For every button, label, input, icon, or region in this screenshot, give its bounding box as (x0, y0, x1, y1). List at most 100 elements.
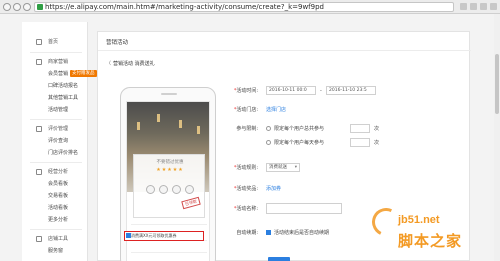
back-arrow-icon[interactable]: 〈 (106, 60, 111, 67)
menu-icon[interactable] (480, 3, 487, 10)
scrollbar[interactable] (494, 14, 500, 261)
sidebar-item-store-rank[interactable]: 门店评价排名 (48, 148, 78, 158)
sidebar-item-label: 会员营销 (48, 71, 69, 77)
sidebar-item-home[interactable]: 首页 (22, 36, 88, 48)
sidebar-group-review[interactable]: 评价管理 (22, 123, 88, 135)
back-icon[interactable] (3, 3, 11, 11)
shop-icon (36, 236, 42, 242)
scroll-thumb[interactable] (495, 54, 499, 114)
limit-daily-label: 限定每个用户每天参与 (274, 140, 325, 146)
bookmark-icon[interactable] (460, 3, 467, 10)
add-coupon-link[interactable]: 添加券 (266, 184, 281, 194)
submit-button[interactable] (268, 257, 290, 261)
sidebar-item-more-analysis[interactable]: 更多分析 (48, 215, 68, 225)
sidebar-group-label: 店铺工具 (48, 236, 69, 242)
address-bar[interactable]: https://e.alipay.com/main.htm#/marketing… (34, 2, 454, 12)
limit-daily-radio[interactable] (266, 140, 271, 145)
limit-total-radio[interactable] (266, 126, 271, 131)
form-row-limit-2: 限定每个用户每天参与 次 (222, 138, 462, 148)
browser-toolbar: https://e.alipay.com/main.htm#/marketing… (0, 0, 500, 14)
watermark-domain: jb51.net (398, 214, 440, 226)
highlight-text: 消费满XX元可领取优惠券 (131, 233, 177, 238)
auto-renew-checkbox[interactable] (266, 230, 271, 235)
coupon-title: 不要错过优惠 (156, 160, 184, 165)
city-light (137, 122, 140, 130)
home-icon (36, 39, 42, 45)
divider (98, 50, 471, 51)
sidebar-group-label: 经营分析 (48, 169, 69, 175)
sidebar-item-trade-board[interactable]: 交易看板 (48, 191, 68, 201)
unit-label: 次 (374, 140, 380, 146)
sidebar-item-koubei-signup[interactable]: 口碑活动报名 (48, 81, 78, 91)
phone-speaker (161, 93, 177, 95)
highlighted-preview-row: 消费满XX元可领取优惠券 (124, 231, 204, 241)
sidebar-group-analysis[interactable]: 经营分析 (22, 166, 88, 178)
form-row-limit-1: 参与限制: 限定每个用户总共参与 次 (222, 124, 462, 134)
review-icon (36, 126, 42, 132)
limit-total-label: 限定每个用户总共参与 (274, 126, 325, 132)
sidebar-item-member-marketing[interactable]: 会员营销 支付赠发品 (48, 69, 97, 79)
form-row-rule: *活动规则: 消费就送 ▾ (222, 163, 462, 173)
sidebar-item-activity-manage[interactable]: 活动管理 (48, 105, 68, 115)
user-icon[interactable] (490, 3, 497, 10)
sidebar-group-label: 评价管理 (48, 126, 69, 132)
forward-icon[interactable] (13, 3, 21, 11)
sidebar-item-review-query[interactable]: 评价查询 (48, 136, 68, 146)
field-label: 活动规则: (236, 165, 258, 171)
chevron-down-icon: ▾ (294, 165, 297, 170)
reload-icon[interactable] (23, 3, 31, 11)
sidebar-item-service-shop[interactable]: 服务窗 (48, 246, 63, 256)
form-row-store: *活动门店: 选择门店 (233, 105, 287, 115)
page-title: 营销活动 (106, 40, 129, 46)
coupon-icon (159, 185, 168, 194)
coupon-icons (146, 185, 196, 195)
extension-icon[interactable] (470, 3, 477, 10)
divider (30, 229, 82, 230)
sidebar-group-tools[interactable]: 店铺工具 (22, 233, 88, 245)
field-label: 参与限制: (236, 126, 258, 132)
sidebar-group-marketing[interactable]: 商家营销 (22, 56, 88, 68)
url-text: https://e.alipay.com/main.htm#/marketing… (45, 3, 324, 11)
select-store-link[interactable]: 选择门店 (266, 105, 286, 115)
unit-label: 次 (374, 126, 380, 132)
field-label: 活动奖品: (236, 186, 258, 192)
start-time-input[interactable]: 2016-10-11 00:0 (266, 86, 316, 95)
marketing-icon (36, 59, 42, 65)
checkbox-icon (126, 233, 131, 238)
divider (131, 224, 207, 225)
watermark-name: 脚本之家 (398, 232, 463, 250)
stamp-badge: 已领取 (181, 196, 201, 210)
city-light (179, 120, 182, 128)
end-time-input[interactable]: 2016-11-10 23:5 (326, 86, 376, 95)
field-label: 活动名称: (236, 206, 258, 212)
divider (30, 119, 82, 120)
coupon-icon (185, 185, 194, 194)
status-badge: 支付赠发品 (70, 70, 97, 77)
form-row-name: *活动名称: (222, 203, 462, 214)
activity-name-input[interactable] (266, 203, 342, 214)
sidebar-item-other-tools[interactable]: 其他营销工具 (48, 93, 78, 103)
breadcrumb-text: 营销活动 消费送礼 (113, 61, 155, 67)
form-row-prize: *活动奖品: 添加券 (233, 184, 282, 194)
limit-total-input[interactable] (350, 124, 370, 133)
divider (30, 162, 82, 163)
time-separator: - (320, 88, 322, 94)
stars-icon: ★★★★★ (156, 167, 184, 173)
sidebar-item-label: 首页 (48, 39, 59, 45)
limit-daily-input[interactable] (350, 138, 370, 147)
sidebar: 首页 商家营销 会员营销 支付赠发品 口碑活动报名 其他营销工具 活动管理 评价管… (22, 22, 97, 261)
sidebar-item-member-board[interactable]: 会员看板 (48, 179, 68, 189)
field-label: 活动时间: (236, 88, 258, 94)
breadcrumb[interactable]: 〈营销活动 消费送礼 (106, 60, 155, 67)
coupon-icon (172, 185, 181, 194)
rule-select[interactable]: 消费就送 ▾ (266, 163, 300, 172)
main-panel: 营销活动 〈营销活动 消费送礼 不要错过优惠 ★★★★★ 已领取 消费满XX元可… (97, 31, 471, 261)
coupon-icon (146, 185, 155, 194)
chart-icon (36, 169, 42, 175)
sidebar-group-label: 商家营销 (48, 59, 69, 65)
sidebar-item-activity-board[interactable]: 活动看板 (48, 203, 68, 213)
divider (131, 252, 207, 253)
coupon-card: 不要错过优惠 ★★★★★ 已领取 (133, 154, 205, 218)
field-label: 活动门店: (236, 107, 258, 113)
city-light (157, 114, 160, 122)
